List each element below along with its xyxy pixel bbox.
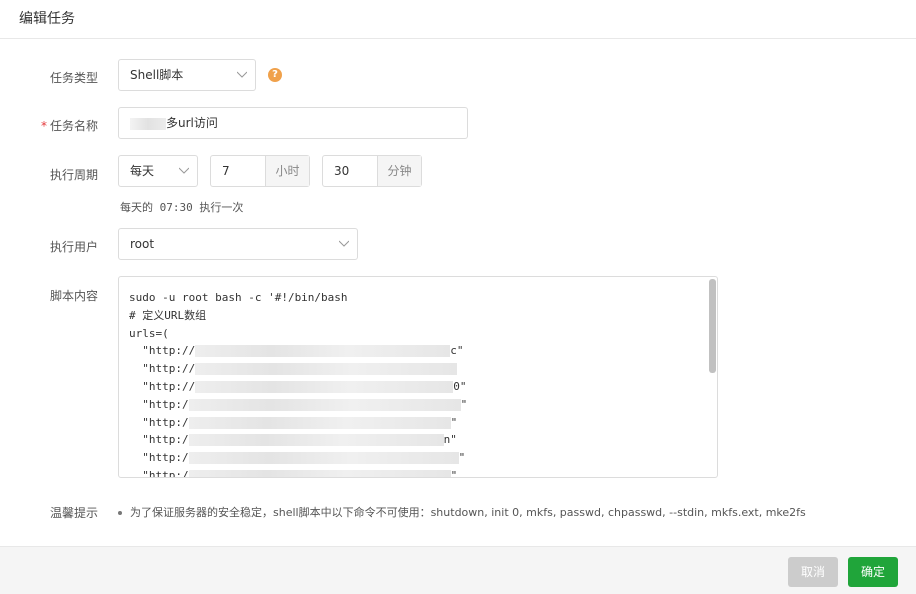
user-label: 执行用户 xyxy=(49,240,98,254)
task-name-label: * 任务名称 xyxy=(0,117,98,134)
script-label: 脚本内容 xyxy=(49,289,98,303)
help-icon[interactable]: ? xyxy=(268,68,282,82)
hour-input[interactable]: 7 xyxy=(211,156,265,186)
frequency-value: 每天 xyxy=(130,164,155,178)
chevron-down-icon xyxy=(237,71,247,78)
period-hint: 每天的 07:30 执行一次 xyxy=(120,201,244,214)
chevron-down-icon xyxy=(179,167,189,174)
script-line: "http:// xyxy=(129,360,703,378)
dialog-footer xyxy=(0,546,916,594)
script-line: # 定义URL数组 xyxy=(129,308,207,322)
redacted-url xyxy=(188,398,461,411)
script-line: "http:/" xyxy=(129,397,468,411)
redacted-url xyxy=(195,380,454,393)
minute-field[interactable]: 30 分钟 xyxy=(322,155,422,187)
redacted-url xyxy=(188,434,444,447)
chevron-down-icon xyxy=(339,240,349,247)
user-select[interactable]: root xyxy=(118,228,358,260)
minute-input[interactable]: 30 xyxy=(323,156,377,186)
task-name-value: 多url访问 xyxy=(166,116,218,130)
redacted-url xyxy=(195,345,451,358)
period-label: 执行周期 xyxy=(49,168,98,182)
minute-unit: 分钟 xyxy=(377,156,421,186)
tips-text-row: 为了保证服务器的安全稳定，shell脚本中以下命令不可使用：shutdown, … xyxy=(118,504,806,520)
redacted-url xyxy=(195,363,458,376)
script-line: "http:/n" xyxy=(129,433,457,447)
script-line: "http://0" xyxy=(129,379,467,393)
script-line: "http:/" xyxy=(129,467,703,477)
task-type-value: Shell脚本 xyxy=(130,68,184,82)
dialog-title: 编辑任务 xyxy=(19,11,75,27)
dialog-header: 编辑任务 xyxy=(0,0,916,39)
script-line: "http:/" xyxy=(129,415,458,429)
script-scrollbar[interactable] xyxy=(709,279,716,373)
redacted-url xyxy=(188,469,451,477)
hour-unit: 小时 xyxy=(265,156,309,186)
cancel-button[interactable]: 取消 xyxy=(788,557,838,587)
user-value: root xyxy=(130,237,155,251)
redacted-url xyxy=(188,452,459,465)
script-lines: sudo -u root bash -c '#!/bin/bash # 定义UR… xyxy=(129,289,703,477)
task-name-input[interactable]: 多url访问 xyxy=(118,107,468,139)
tips-label: 温馨提示 xyxy=(49,506,98,520)
frequency-select[interactable]: 每天 xyxy=(118,155,198,187)
task-name-label-text: 任务名称 xyxy=(49,119,98,133)
required-mark: * xyxy=(40,119,47,133)
script-line: "http:/" xyxy=(129,451,466,465)
script-line: sudo -u root bash -c '#!/bin/bash xyxy=(129,291,348,304)
script-line: "http://c" xyxy=(129,344,464,358)
confirm-button[interactable]: 确定 xyxy=(848,557,898,587)
redacted-text xyxy=(130,117,166,130)
task-type-select[interactable]: Shell脚本 xyxy=(118,59,256,91)
hour-field[interactable]: 7 小时 xyxy=(210,155,310,187)
tips-text: 为了保证服务器的安全稳定，shell脚本中以下命令不可使用：shutdown, … xyxy=(130,506,806,519)
redacted-url xyxy=(188,416,451,429)
task-type-label: 任务类型 xyxy=(49,71,98,85)
script-editor[interactable]: sudo -u root bash -c '#!/bin/bash # 定义UR… xyxy=(118,276,718,478)
script-line: urls=( xyxy=(129,326,169,340)
bullet-icon xyxy=(118,511,122,515)
